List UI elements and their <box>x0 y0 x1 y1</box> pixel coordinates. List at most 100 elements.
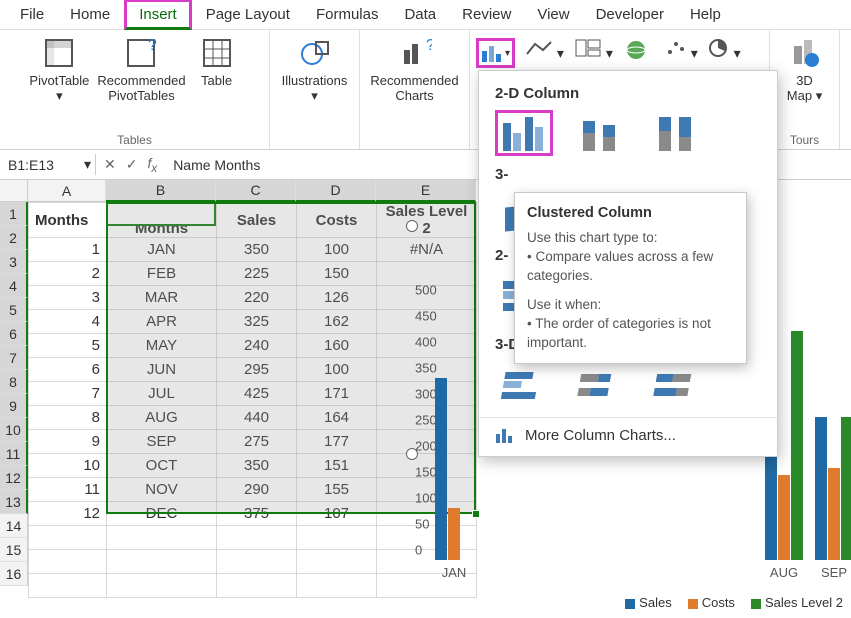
tooltip-line: • Compare values across a few categories… <box>527 248 734 286</box>
column-header[interactable]: A <box>28 180 106 202</box>
y-tick-label: 250 <box>415 413 437 428</box>
table-button[interactable]: Table <box>192 34 242 91</box>
stacked100-column-option[interactable] <box>647 110 705 156</box>
x-tick-label: SEP <box>821 565 847 580</box>
3d-map-icon <box>788 36 822 70</box>
recommended-pivottables-button[interactable]: ? Recommended PivotTables <box>95 34 187 106</box>
row-header[interactable]: 7 <box>0 346 28 370</box>
y-tick-label: 200 <box>415 439 437 454</box>
tab-help[interactable]: Help <box>678 2 733 27</box>
chart-legend: Sales Costs Sales Level 2 <box>625 595 843 610</box>
illustrations-button[interactable]: Illustrations▾ <box>280 34 350 106</box>
recommended-pivot-icon: ? <box>124 36 158 70</box>
tab-developer[interactable]: Developer <box>584 2 676 27</box>
row-header[interactable]: 16 <box>0 562 28 586</box>
name-box[interactable]: B1:E13 ▾ <box>0 150 95 179</box>
map3d-l1: 3D <box>796 74 813 89</box>
scatter-icon <box>665 38 687 58</box>
tab-review[interactable]: Review <box>450 2 523 27</box>
y-tick-label: 50 <box>415 517 429 532</box>
accept-formula-icon[interactable]: ✓ <box>126 156 138 173</box>
quick-analysis-icon[interactable] <box>406 220 418 232</box>
y-tick-label: 500 <box>415 283 437 298</box>
stacked-column-option[interactable] <box>571 110 629 156</box>
3d-stacked100-bar-option[interactable] <box>647 361 705 407</box>
row-header[interactable]: 9 <box>0 394 28 418</box>
row-header[interactable]: 2 <box>0 226 28 250</box>
pie-chart-dropdown[interactable]: ▾ <box>708 38 741 62</box>
row-header[interactable]: 1 <box>0 202 28 226</box>
line-chart-dropdown[interactable]: ▾ <box>525 38 564 62</box>
data-table[interactable]: MonthsName MonthsSalesCostsSales Level 2… <box>28 202 477 598</box>
tab-data[interactable]: Data <box>392 2 448 27</box>
line-chart-icon <box>525 38 553 58</box>
tab-insert[interactable]: Insert <box>124 0 192 30</box>
column-header[interactable]: B <box>106 180 216 202</box>
fx-icon[interactable]: fx <box>147 155 157 175</box>
3d-stacked-bar-option[interactable] <box>571 361 629 407</box>
chevron-down-icon: ▾ <box>505 48 510 59</box>
recpivot-l2: PivotTables <box>108 89 174 104</box>
pie-icon <box>708 38 730 58</box>
table-icon <box>200 36 234 70</box>
clustered-column-option[interactable] <box>495 110 553 156</box>
column-header[interactable]: C <box>216 180 296 202</box>
row-header[interactable]: 14 <box>0 514 28 538</box>
svg-text:?: ? <box>426 37 432 54</box>
column-chart-icon <box>481 43 503 63</box>
row-header[interactable]: 4 <box>0 274 28 298</box>
y-tick-label: 0 <box>415 543 422 558</box>
column-chart-icon <box>495 426 515 444</box>
hierarchy-chart-dropdown[interactable]: ▾ <box>574 38 613 62</box>
tab-file[interactable]: File <box>8 2 56 27</box>
row-header[interactable]: 13 <box>0 490 28 514</box>
chevron-down-icon[interactable]: ▾ <box>84 156 91 173</box>
map-chart-dropdown[interactable] <box>623 38 651 65</box>
recommended-charts-button[interactable]: ? Recommended Charts <box>368 34 460 106</box>
treemap-icon <box>574 38 602 58</box>
row-header[interactable]: 8 <box>0 370 28 394</box>
row-header[interactable]: 11 <box>0 442 28 466</box>
section-3d-column-partial: 3- <box>479 166 777 187</box>
column-chart-dropdown[interactable]: ▾ <box>476 38 515 68</box>
row-header[interactable]: 15 <box>0 538 28 562</box>
recommended-charts-icon: ? <box>398 36 432 70</box>
more-column-charts[interactable]: More Column Charts... <box>479 417 777 452</box>
formula-value: Name Months <box>173 157 260 173</box>
tooltip-title: Clustered Column <box>527 203 734 223</box>
y-tick-label: 450 <box>415 309 437 324</box>
cancel-formula-icon[interactable]: ✕ <box>104 156 116 173</box>
3d-map-button[interactable]: 3D Map ▾ <box>780 34 830 106</box>
tab-view[interactable]: View <box>525 2 581 27</box>
tables-group-label: Tables <box>117 133 152 147</box>
pivottable-icon <box>42 36 76 70</box>
chart-tooltip: Clustered Column Use this chart type to:… <box>514 192 747 364</box>
y-tick-label: 350 <box>415 361 437 376</box>
x-tick-label: JAN <box>442 565 467 580</box>
section-2d-column: 2-D Column <box>479 77 777 106</box>
pivottable-label: PivotTable <box>29 74 89 89</box>
y-tick-label: 300 <box>415 387 437 402</box>
tooltip-line: • The order of categories is not importa… <box>527 315 734 353</box>
tab-formulas[interactable]: Formulas <box>304 2 391 27</box>
row-header[interactable]: 6 <box>0 322 28 346</box>
legend-item: Sales <box>639 595 672 610</box>
legend-item: Costs <box>702 595 735 610</box>
tooltip-line: Use this chart type to: <box>527 229 734 248</box>
row-header[interactable]: 12 <box>0 466 28 490</box>
pivottable-button[interactable]: PivotTable▾ <box>27 34 91 106</box>
scatter-chart-dropdown[interactable]: ▾ <box>661 38 698 62</box>
row-header[interactable]: 3 <box>0 250 28 274</box>
x-tick-label: AUG <box>770 565 798 580</box>
tab-page-layout[interactable]: Page Layout <box>194 2 302 27</box>
3d-clustered-bar-option[interactable] <box>495 361 553 407</box>
row-header[interactable]: 10 <box>0 418 28 442</box>
row-header[interactable]: 5 <box>0 298 28 322</box>
column-header[interactable]: E <box>376 180 476 202</box>
select-all-corner[interactable] <box>0 180 28 202</box>
table-label: Table <box>201 74 232 89</box>
reccharts-l1: Recommended <box>370 74 458 89</box>
column-header[interactable]: D <box>296 180 376 202</box>
tab-home[interactable]: Home <box>58 2 122 27</box>
svg-text:?: ? <box>148 37 157 54</box>
